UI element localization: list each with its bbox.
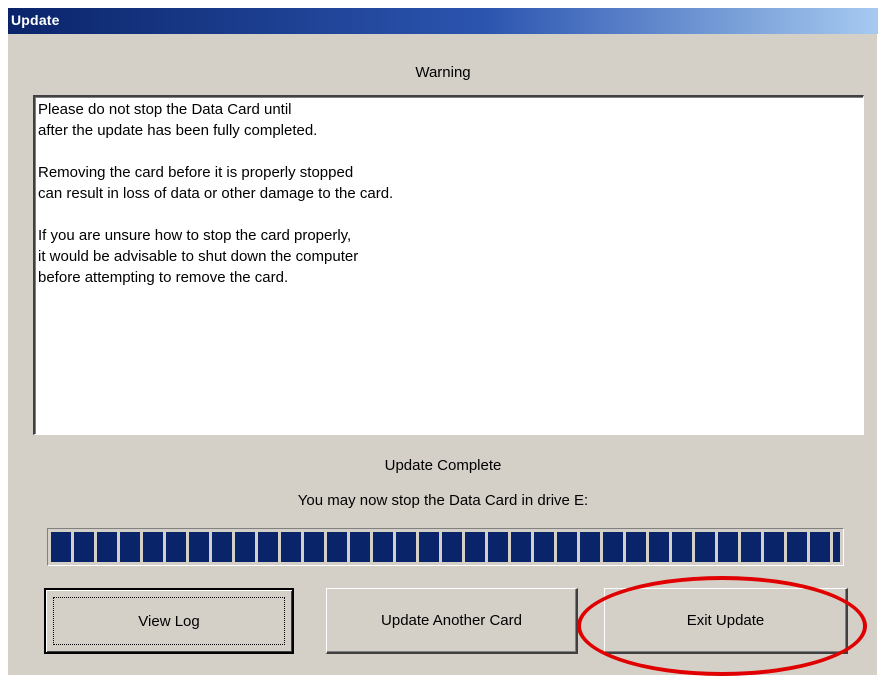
warning-line: it would be advisable to shut down the c… bbox=[38, 248, 359, 265]
warning-paragraph: If you are unsure how to stop the card p… bbox=[38, 225, 860, 288]
exit-update-label: Exit Update bbox=[686, 612, 765, 629]
view-log-button[interactable]: View Log bbox=[44, 588, 294, 654]
status-heading: Update Complete bbox=[384, 457, 502, 474]
warning-line: can result in loss of data or other dama… bbox=[38, 185, 394, 202]
view-log-label: View Log bbox=[138, 612, 200, 630]
progress-bar bbox=[47, 528, 844, 566]
update-another-card-button[interactable]: Update Another Card bbox=[326, 588, 578, 654]
warning-line: Removing the card before it is properly … bbox=[38, 164, 354, 181]
warning-paragraph: Removing the card before it is properly … bbox=[38, 162, 860, 204]
progress-bar-fill bbox=[51, 532, 840, 562]
warning-message-box: Please do not stop the Data Card until a… bbox=[33, 95, 864, 435]
exit-update-button[interactable]: Exit Update bbox=[604, 588, 848, 654]
update-another-card-label: Update Another Card bbox=[381, 612, 522, 629]
warning-line: before attempting to remove the card. bbox=[38, 269, 289, 286]
warning-heading: Warning bbox=[415, 64, 471, 81]
warning-line: after the update has been fully complete… bbox=[38, 122, 318, 139]
title-bar[interactable]: Update bbox=[8, 8, 878, 34]
update-dialog: Update Warning Please do not stop the Da… bbox=[7, 7, 878, 676]
warning-line: Please do not stop the Data Card until bbox=[38, 101, 292, 118]
status-detail: You may now stop the Data Card in drive … bbox=[297, 492, 589, 509]
warning-line: If you are unsure how to stop the card p… bbox=[38, 227, 352, 244]
warning-paragraph: Please do not stop the Data Card until a… bbox=[38, 99, 860, 141]
window-title: Update bbox=[11, 12, 60, 28]
